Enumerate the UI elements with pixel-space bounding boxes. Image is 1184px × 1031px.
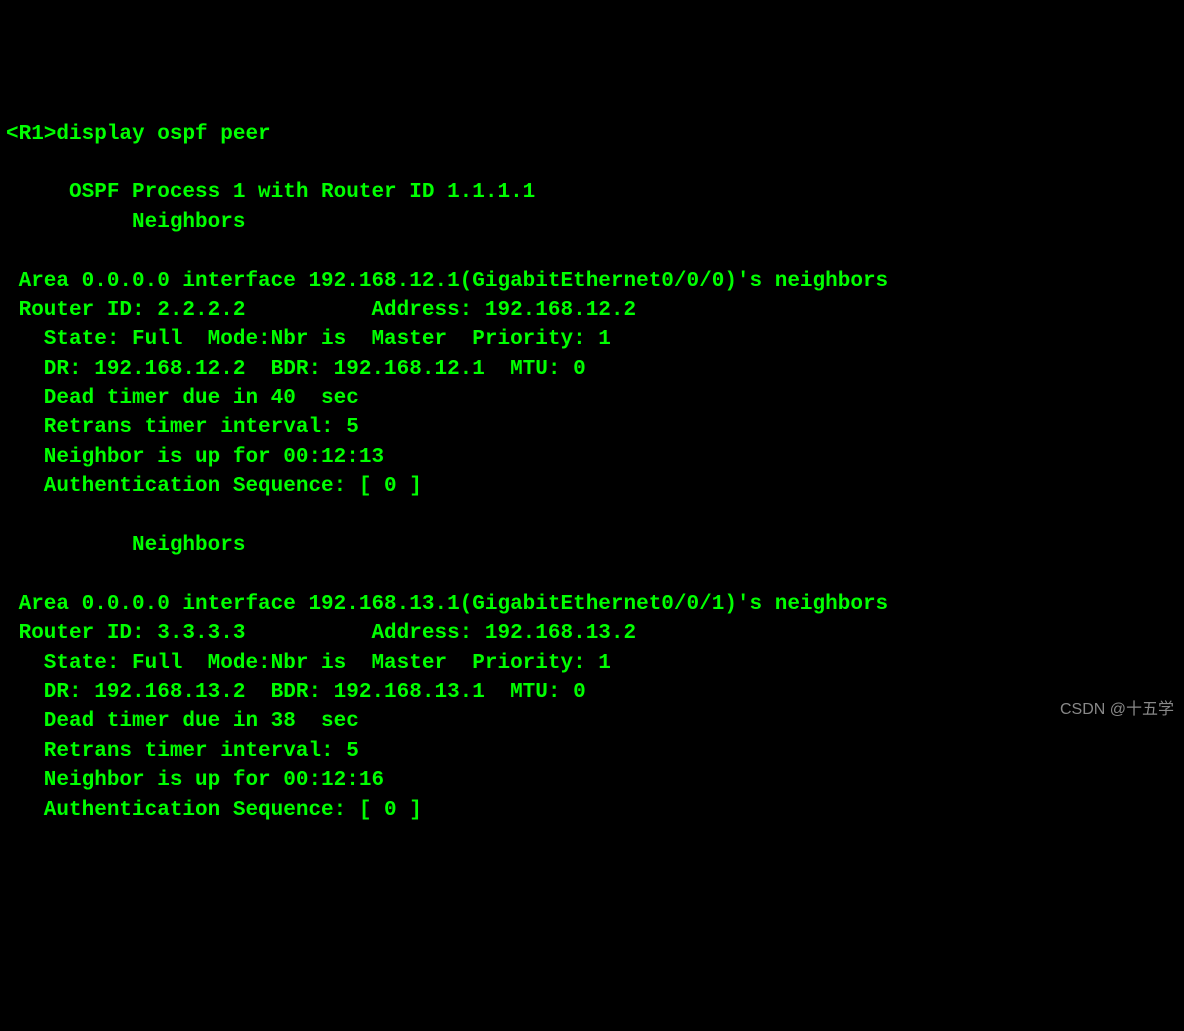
neighbor-uptime-line: Neighbor is up for 00:12:16 — [6, 769, 384, 792]
neighbor-state-line: State: Full Mode:Nbr is Master Priority:… — [6, 328, 611, 351]
neighbor-dr-line: DR: 192.168.12.2 BDR: 192.168.12.1 MTU: … — [6, 358, 586, 381]
neighbor-auth-line: Authentication Sequence: [ 0 ] — [6, 799, 422, 822]
neighbor-dr-line: DR: 192.168.13.2 BDR: 192.168.13.1 MTU: … — [6, 681, 586, 704]
prompt: <R1> — [6, 123, 56, 146]
ospf-process-header: OSPF Process 1 with Router ID 1.1.1.1 — [6, 181, 535, 204]
neighbors-header: Neighbors — [6, 534, 245, 557]
neighbor-dead-timer-line: Dead timer due in 40 sec — [6, 387, 359, 410]
neighbors-header: Neighbors — [6, 211, 245, 234]
watermark: CSDN @十五学 — [1060, 699, 1174, 721]
neighbor-dead-timer-line: Dead timer due in 38 sec — [6, 710, 359, 733]
command: display ospf peer — [56, 123, 270, 146]
neighbor-uptime-line: Neighbor is up for 00:12:13 — [6, 446, 384, 469]
neighbor-area-line: Area 0.0.0.0 interface 192.168.13.1(Giga… — [6, 593, 888, 616]
neighbor-retrans-line: Retrans timer interval: 5 — [6, 740, 359, 763]
neighbor-router-id-line: Router ID: 2.2.2.2 Address: 192.168.12.2 — [6, 299, 636, 322]
neighbor-router-id-line: Router ID: 3.3.3.3 Address: 192.168.13.2 — [6, 622, 636, 645]
terminal-output: <R1>display ospf peer OSPF Process 1 wit… — [6, 120, 1178, 825]
neighbor-state-line: State: Full Mode:Nbr is Master Priority:… — [6, 652, 611, 675]
neighbor-auth-line: Authentication Sequence: [ 0 ] — [6, 475, 422, 498]
neighbor-area-line: Area 0.0.0.0 interface 192.168.12.1(Giga… — [6, 270, 888, 293]
neighbor-retrans-line: Retrans timer interval: 5 — [6, 416, 359, 439]
